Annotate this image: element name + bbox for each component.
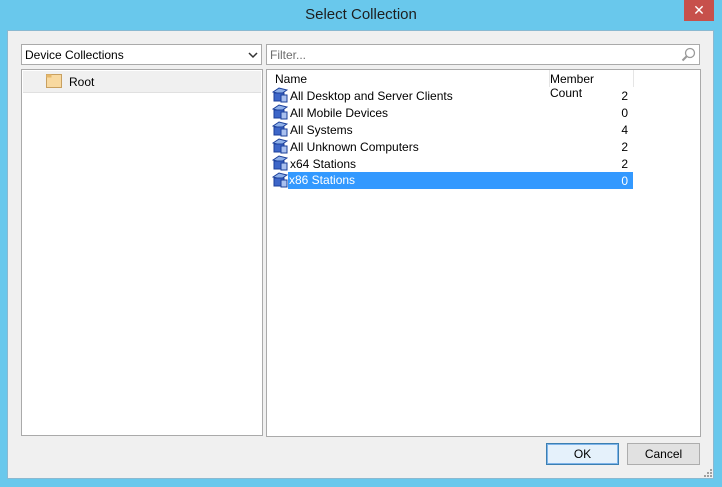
device-collection-icon bbox=[272, 87, 288, 103]
device-collection-icon bbox=[272, 155, 288, 171]
list-item-selected[interactable]: x86 Stations 0 bbox=[272, 172, 633, 189]
collection-name: All Desktop and Server Clients bbox=[290, 89, 453, 103]
list-item[interactable]: x64 Stations 2 bbox=[272, 155, 633, 172]
tree-item-label: Root bbox=[69, 75, 95, 89]
search-icon[interactable] bbox=[681, 47, 696, 62]
filter-input[interactable] bbox=[270, 47, 670, 62]
folder-icon bbox=[46, 74, 62, 88]
select-collection-dialog: Select Collection ✕ Device Collections R… bbox=[0, 0, 722, 487]
collection-list[interactable]: Name Member Count All Desktop and Server… bbox=[266, 69, 701, 437]
title-bar[interactable]: Select Collection ✕ bbox=[0, 0, 722, 30]
close-icon: ✕ bbox=[693, 2, 705, 18]
column-header-name-label: Name bbox=[275, 72, 308, 86]
member-count: 2 bbox=[621, 89, 628, 103]
device-collection-icon bbox=[272, 172, 288, 188]
member-count: 0 bbox=[621, 174, 628, 188]
collection-folder-tree[interactable]: Root bbox=[21, 69, 263, 436]
device-collection-icon bbox=[272, 121, 288, 137]
dialog-body: Device Collections Root Filter... Name M… bbox=[7, 30, 714, 479]
dialog-title: Select Collection bbox=[305, 6, 417, 23]
tree-item-root[interactable]: Root bbox=[23, 71, 261, 93]
collection-name: All Unknown Computers bbox=[290, 140, 419, 154]
close-button[interactable]: ✕ bbox=[684, 0, 714, 21]
column-header-member-count[interactable]: Member Count bbox=[550, 70, 634, 100]
member-count: 0 bbox=[621, 106, 628, 120]
device-collection-icon bbox=[272, 138, 288, 154]
device-collection-icon bbox=[272, 104, 288, 120]
collection-type-dropdown[interactable]: Device Collections bbox=[21, 44, 262, 65]
resize-grip-icon[interactable] bbox=[703, 468, 713, 478]
collection-type-value: Device Collections bbox=[25, 48, 124, 62]
member-count: 4 bbox=[621, 123, 628, 137]
column-header-name[interactable]: Name bbox=[267, 70, 550, 87]
member-count: 2 bbox=[621, 157, 628, 171]
member-count: 2 bbox=[621, 140, 628, 154]
chevron-down-icon bbox=[248, 52, 258, 59]
list-item[interactable]: All Desktop and Server Clients 2 bbox=[272, 87, 633, 104]
collection-name: All Mobile Devices bbox=[290, 106, 389, 120]
list-item[interactable]: All Systems 4 bbox=[272, 121, 633, 138]
list-item[interactable]: All Unknown Computers 2 bbox=[272, 138, 633, 155]
ok-button[interactable]: OK bbox=[546, 443, 619, 465]
cancel-button[interactable]: Cancel bbox=[627, 443, 700, 465]
list-header: Name Member Count bbox=[267, 70, 700, 100]
list-item[interactable]: All Mobile Devices 0 bbox=[272, 104, 633, 121]
collection-name: All Systems bbox=[290, 123, 353, 137]
collection-name: x86 Stations bbox=[288, 172, 633, 189]
collection-name: x64 Stations bbox=[290, 157, 357, 171]
filter-box bbox=[266, 44, 700, 65]
